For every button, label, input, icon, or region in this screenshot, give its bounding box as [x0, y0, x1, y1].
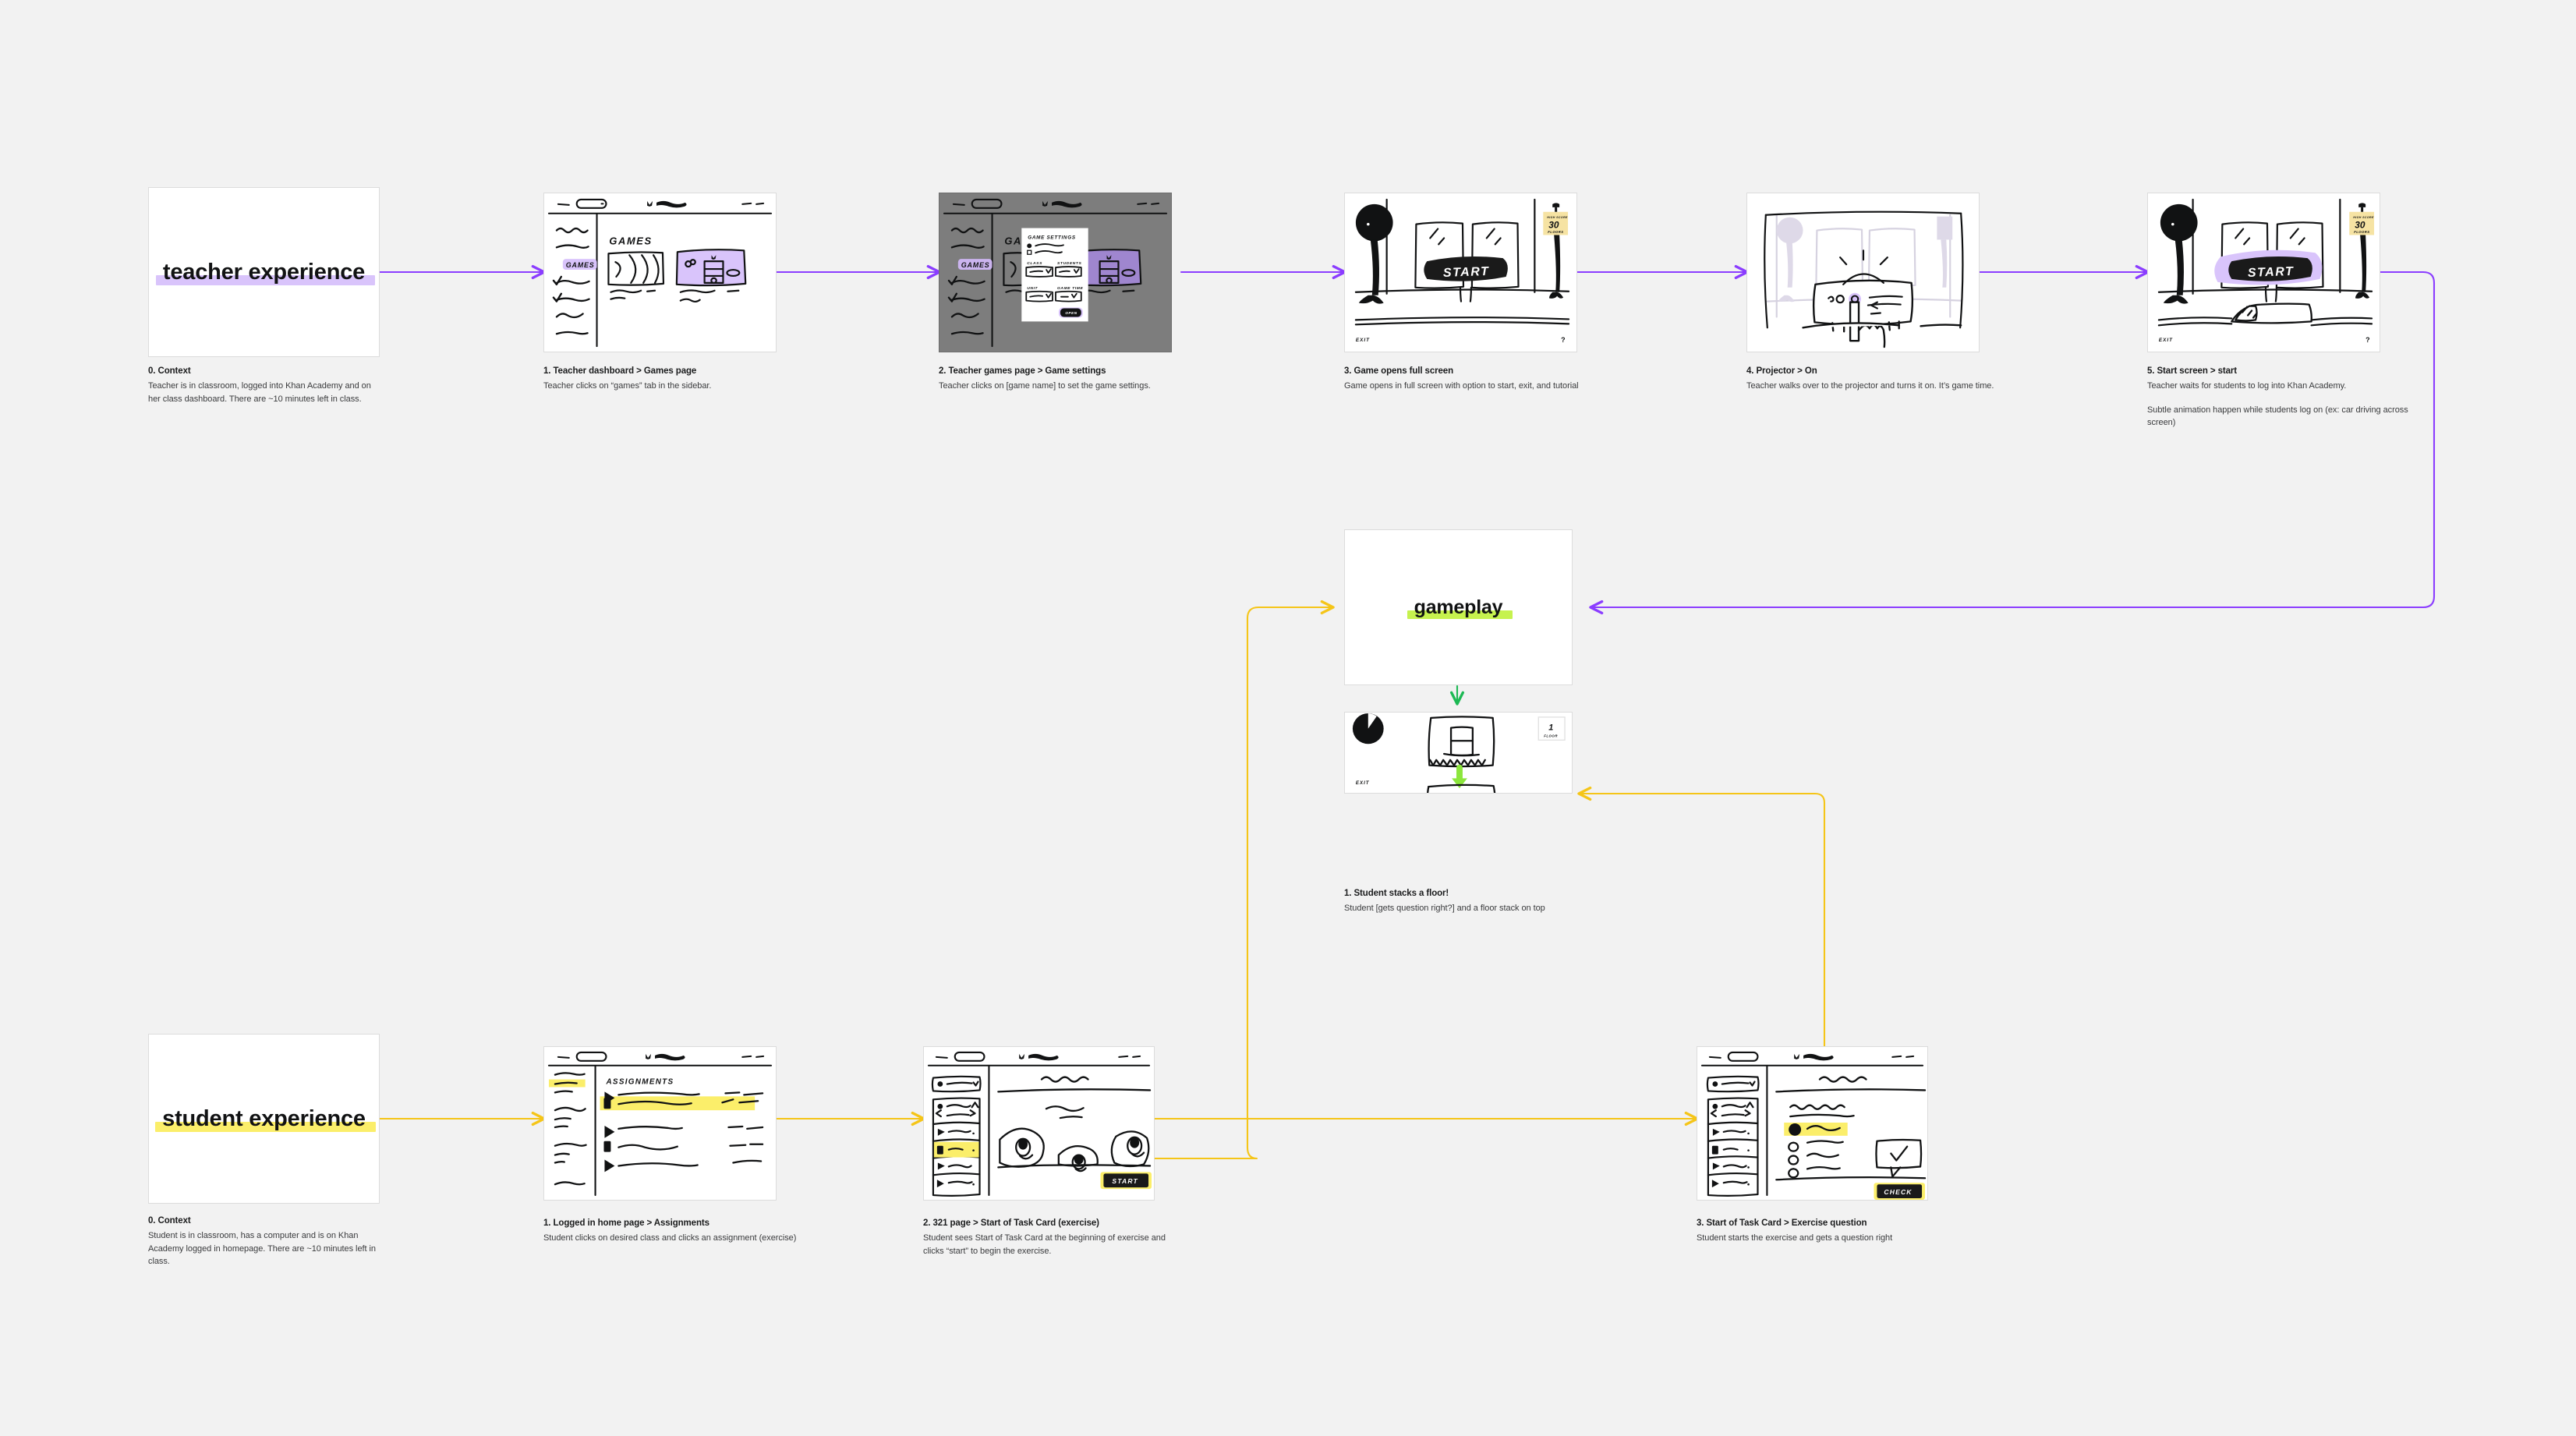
svg-text:GAMES: GAMES	[961, 261, 990, 269]
caption-title: 0. Context	[148, 1216, 191, 1226]
storyboard-canvas: teacher experience 0. Context Teacher is…	[0, 0, 2576, 1436]
svg-text:GAMES: GAMES	[566, 261, 595, 269]
sketch-task-card-start: START	[924, 1047, 1154, 1200]
caption-teacher-context: 0. Context Teacher is in classroom, logg…	[148, 366, 382, 405]
caption-student-task-card-start: 2. 321 page > Start of Task Card (exerci…	[923, 1218, 1180, 1257]
svg-text:CHECK: CHECK	[1884, 1188, 1912, 1196]
svg-text:EXIT: EXIT	[1356, 780, 1370, 786]
card-teacher-dashboard-games[interactable]: GAMES GAMES	[543, 193, 777, 352]
student-experience-title: student experience	[155, 1107, 376, 1132]
caption-title: 3. Game opens full screen	[1344, 366, 1454, 376]
svg-text:HIGH SCORE: HIGH SCORE	[1547, 216, 1568, 219]
svg-text:GAME TIME: GAME TIME	[1057, 286, 1083, 291]
caption-title: 0. Context	[148, 366, 191, 376]
caption-title: 2. 321 page > Start of Task Card (exerci…	[923, 1218, 1099, 1228]
wire-student-to-gameplay	[1153, 600, 1335, 1160]
teacher-experience-title: teacher experience	[155, 260, 376, 285]
caption-title: 1. Student stacks a floor!	[1344, 889, 1449, 898]
caption-body-secondary: Subtle animation happen while students l…	[2147, 405, 2408, 428]
caption-body: Student clicks on desired class and clic…	[543, 1233, 797, 1243]
svg-text:GA: GA	[1004, 235, 1022, 246]
sketch-floor-stack: 1 FLOOR EXIT	[1345, 713, 1572, 793]
svg-text:30: 30	[1548, 220, 1559, 231]
card-student-exercise-question[interactable]: CHECK	[1697, 1046, 1928, 1201]
caption-title: 1. Logged in home page > Assignments	[543, 1218, 709, 1228]
card-teacher-game-settings[interactable]: GAMES GA GAME SETTINGS CLASS STUDENTS UN…	[939, 193, 1172, 352]
svg-text:HIGH SCORE: HIGH SCORE	[2353, 216, 2374, 219]
card-student-home-assignments[interactable]: ASSIGNMENTS	[543, 1046, 777, 1201]
svg-text:START: START	[1112, 1177, 1138, 1185]
sketch-game-settings: GAMES GA GAME SETTINGS CLASS STUDENTS UN…	[939, 193, 1171, 352]
card-student-task-card-start[interactable]: START	[923, 1046, 1155, 1201]
svg-text:CLASS: CLASS	[1027, 261, 1042, 266]
svg-text:30: 30	[2355, 220, 2365, 231]
caption-title: 1. Teacher dashboard > Games page	[543, 366, 697, 376]
sketch-start-screen-pressed: START HIGH SCORE 30 FLOORS EXIT ?	[2148, 193, 2380, 352]
caption-body: Student starts the exercise and gets a q…	[1697, 1233, 1893, 1243]
svg-text:START: START	[2248, 265, 2295, 280]
sketch-exercise-question: CHECK	[1697, 1047, 1927, 1200]
card-student-stacks-floor[interactable]: 1 FLOOR EXIT	[1344, 712, 1573, 794]
caption-student-home-assignments: 1. Logged in home page > Assignments Stu…	[543, 1218, 816, 1245]
caption-title: 5. Start screen > start	[2147, 366, 2237, 376]
svg-text:GAME SETTINGS: GAME SETTINGS	[1028, 235, 1076, 240]
caption-title: 3. Start of Task Card > Exercise questio…	[1697, 1218, 1867, 1228]
caption-game-full-screen: 3. Game opens full screen Game opens in …	[1344, 366, 1609, 393]
svg-text:?: ?	[1561, 336, 1565, 344]
caption-body: Game opens in full screen with option to…	[1344, 381, 1579, 391]
svg-text:EXIT: EXIT	[1356, 338, 1370, 343]
caption-body: Teacher clicks on [game name] to set the…	[939, 381, 1151, 391]
caption-teacher-game-settings: 2. Teacher games page > Game settings Te…	[939, 366, 1212, 393]
caption-student-stacks-floor: 1. Student stacks a floor! Student [gets…	[1344, 889, 1609, 915]
sketch-game-start-screen: START HIGH SCORE 30 FLOORS EXIT ?	[1345, 193, 1576, 352]
caption-body: Student is in classroom, has a computer …	[148, 1231, 376, 1267]
svg-text:FLOORS: FLOORS	[2354, 230, 2369, 234]
gameplay-title: gameplay	[1407, 597, 1513, 619]
card-start-screen-start[interactable]: START HIGH SCORE 30 FLOORS EXIT ?	[2147, 193, 2380, 352]
caption-projector-on: 4. Projector > On Teacher walks over to …	[1746, 366, 2019, 393]
svg-text:FLOORS: FLOORS	[1548, 230, 1563, 234]
card-gameplay-title[interactable]: gameplay	[1344, 529, 1573, 685]
sketch-teacher-dashboard: GAMES GAMES	[544, 193, 776, 352]
svg-text:START: START	[1443, 265, 1490, 280]
svg-text:FLOOR: FLOOR	[1544, 734, 1558, 737]
caption-body: Teacher clicks on “games” tab in the sid…	[543, 381, 712, 391]
sketch-assignments: ASSIGNMENTS	[544, 1047, 776, 1200]
svg-text:STUDENTS: STUDENTS	[1057, 261, 1082, 266]
caption-body: Teacher walks over to the projector and …	[1746, 381, 1994, 391]
caption-student-exercise-question: 3. Start of Task Card > Exercise questio…	[1697, 1218, 1962, 1245]
svg-text:GAMES: GAMES	[609, 235, 652, 246]
svg-text:?: ?	[2365, 336, 2369, 344]
caption-body: Teacher waits for students to log into K…	[2147, 381, 2347, 391]
card-teacher-experience-title[interactable]: teacher experience	[148, 187, 380, 357]
svg-text:1: 1	[1548, 723, 1553, 733]
caption-body: Student [gets question right?] and a flo…	[1344, 904, 1545, 913]
card-game-full-screen[interactable]: START HIGH SCORE 30 FLOORS EXIT ?	[1344, 193, 1577, 352]
svg-text:EXIT: EXIT	[2159, 338, 2173, 343]
caption-body: Teacher is in classroom, logged into Kha…	[148, 381, 371, 404]
sketch-projector	[1747, 193, 1979, 352]
svg-text:ASSIGNMENTS: ASSIGNMENTS	[605, 1078, 674, 1087]
card-student-experience-title[interactable]: student experience	[148, 1034, 380, 1204]
caption-start-screen-start: 5. Start screen > start Teacher waits fo…	[2147, 366, 2412, 430]
svg-text:UNIT: UNIT	[1027, 286, 1038, 291]
caption-title: 2. Teacher games page > Game settings	[939, 366, 1106, 376]
caption-teacher-dashboard-games: 1. Teacher dashboard > Games page Teache…	[543, 366, 801, 393]
caption-student-context: 0. Context Student is in classroom, has …	[148, 1216, 382, 1268]
caption-title: 4. Projector > On	[1746, 366, 1817, 376]
svg-text:OPEN: OPEN	[1065, 311, 1077, 315]
wire-student3-to-gameplay-frame	[1577, 786, 1826, 1052]
caption-body: Student sees Start of Task Card at the b…	[923, 1233, 1166, 1256]
card-projector-on[interactable]	[1746, 193, 1980, 352]
